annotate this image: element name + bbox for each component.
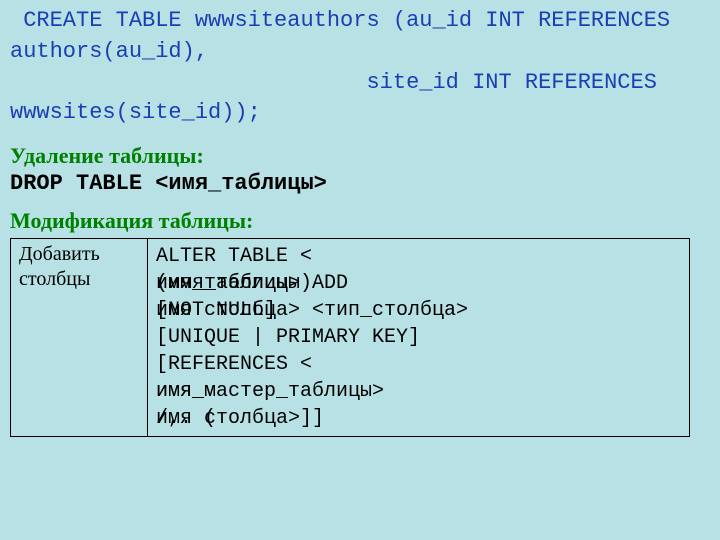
- table-right-cell: ALTER TABLE < (имя_таблицы) имя_таблицы>…: [148, 239, 690, 437]
- table-left-cell: Добавить столбцы: [11, 239, 148, 437]
- drop-table-stmt: DROP TABLE <имя_таблицы>: [10, 171, 710, 196]
- alter-line-6: имя_м имя_мастер_таблицы>: [156, 379, 681, 404]
- delete-heading: Удаление таблицы:: [10, 143, 710, 169]
- alter-line-1: ALTER TABLE <: [156, 244, 681, 269]
- alter-line-2: (имя_таблицы) имя_таблицы> ADD: [156, 271, 681, 296]
- alter-line-3: [NOT NULL] имя столбца> <тип_столбца>: [156, 298, 681, 323]
- modify-heading: Модификация таблицы:: [10, 208, 710, 234]
- alter-line-5: [REFERENCES <: [156, 352, 681, 377]
- create-table-sql: CREATE TABLE wwwsiteauthors (au_id INT R…: [10, 6, 710, 129]
- alter-line-4: [UNIQUE | PRIMARY KEY]: [156, 325, 681, 350]
- table-row: Добавить столбцы ALTER TABLE < (имя_табл…: [11, 239, 690, 437]
- modify-table: Добавить столбцы ALTER TABLE < (имя_табл…: [10, 238, 690, 437]
- alter-line-7: /,. ( имя столбца>]]: [156, 406, 681, 431]
